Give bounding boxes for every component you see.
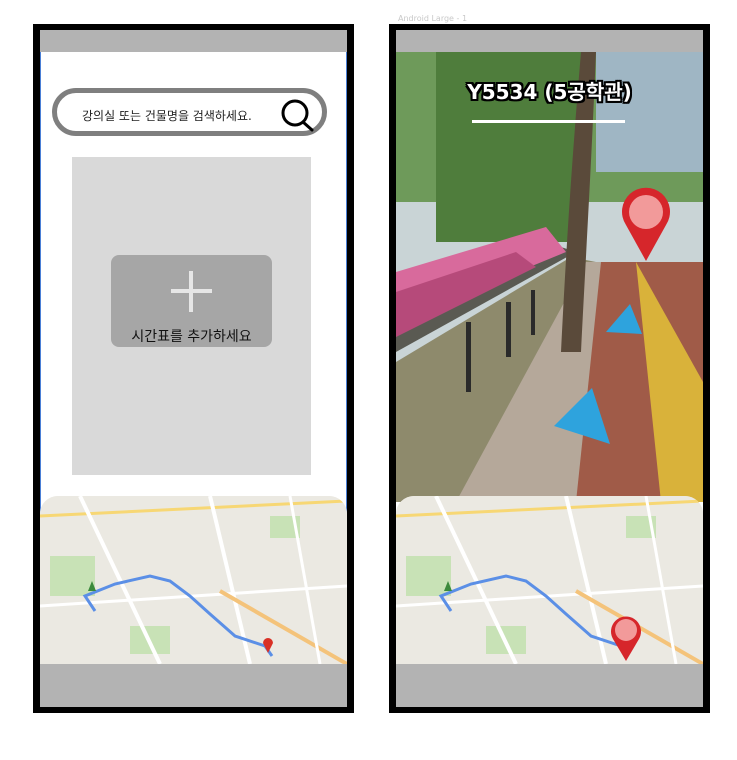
map-graphic bbox=[396, 496, 703, 664]
map-pin-icon bbox=[263, 638, 273, 653]
phone-frame-home: 강의실 또는 건물명을 검색하세요. 시간표를 추가하세요 bbox=[33, 24, 354, 713]
direction-arrow-icon bbox=[554, 388, 610, 444]
destination-title: Y5534 (5공학관) bbox=[467, 80, 632, 104]
navigation-bar bbox=[40, 664, 347, 707]
search-bar[interactable]: 강의실 또는 건물명을 검색하세요. bbox=[52, 88, 327, 136]
plus-icon bbox=[171, 271, 212, 312]
search-icon[interactable] bbox=[279, 98, 319, 134]
artboard-label: Android Large - 1 bbox=[398, 14, 468, 23]
add-timetable-button[interactable]: 시간표를 추가하세요 bbox=[111, 255, 272, 347]
title-underline bbox=[472, 120, 625, 123]
destination-marker-icon bbox=[622, 187, 670, 261]
add-timetable-label: 시간표를 추가하세요 bbox=[131, 329, 252, 345]
map-graphic bbox=[40, 496, 347, 664]
ar-navigation-screen: Y5534 (5공학관) bbox=[396, 30, 703, 707]
status-bar bbox=[40, 30, 347, 52]
status-bar bbox=[396, 30, 703, 52]
direction-arrow-icon bbox=[606, 304, 642, 334]
home-screen: 강의실 또는 건물명을 검색하세요. 시간표를 추가하세요 bbox=[40, 30, 347, 707]
map-pin-icon bbox=[611, 616, 641, 661]
timetable-panel: 시간표를 추가하세요 bbox=[72, 157, 311, 475]
navigation-bar bbox=[396, 664, 703, 707]
map-view[interactable] bbox=[40, 496, 347, 664]
search-input[interactable]: 강의실 또는 건물명을 검색하세요. bbox=[82, 107, 252, 124]
phone-frame-ar-navigation: Y5534 (5공학관) bbox=[389, 24, 710, 713]
map-view[interactable] bbox=[396, 496, 703, 664]
